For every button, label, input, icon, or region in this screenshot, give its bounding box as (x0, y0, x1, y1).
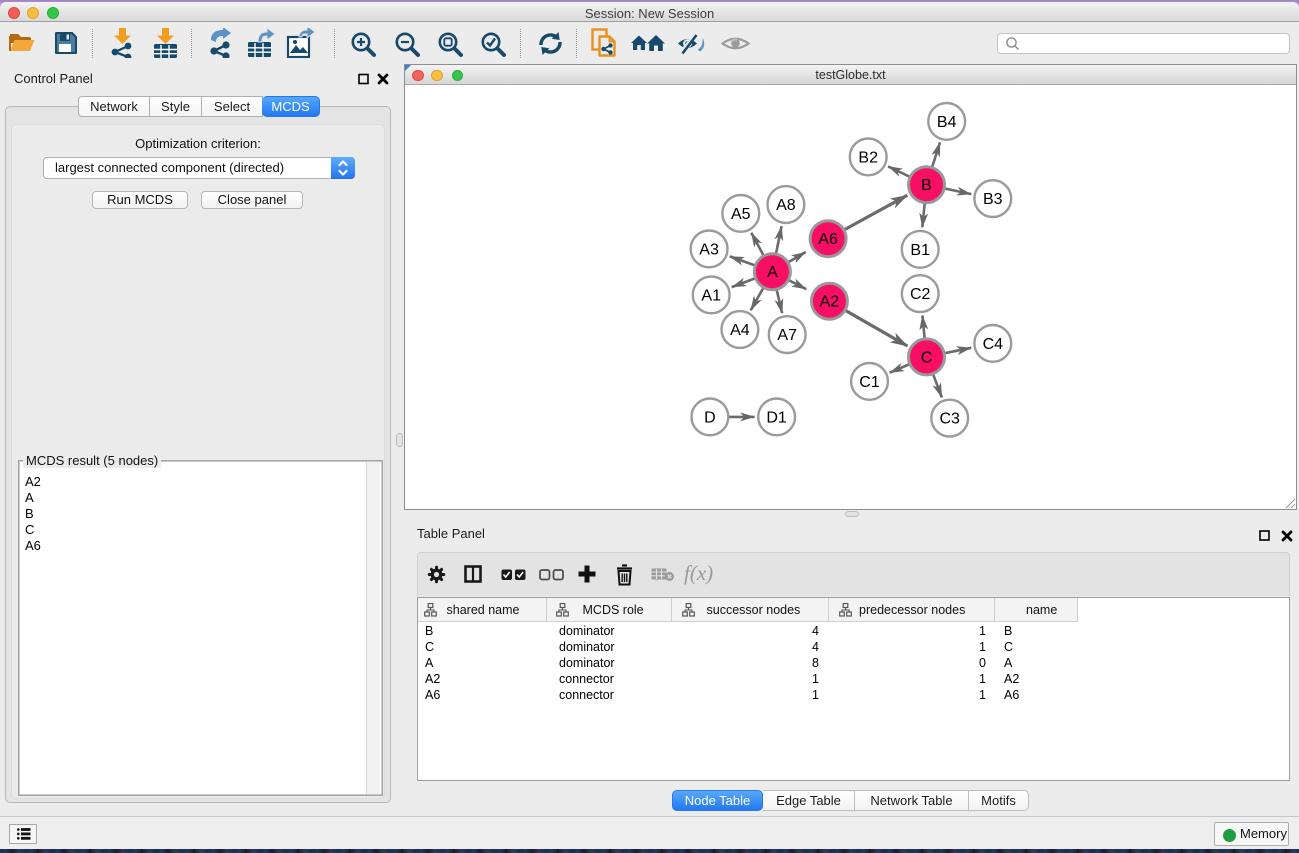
svg-text:C4: C4 (983, 336, 1004, 353)
svg-text:A1: A1 (701, 287, 721, 304)
svg-text:C3: C3 (939, 411, 960, 428)
svg-text:B2: B2 (858, 149, 878, 166)
svg-text:B4: B4 (937, 114, 957, 131)
svg-text:D1: D1 (766, 409, 787, 426)
svg-text:C2: C2 (910, 286, 931, 303)
svg-text:A: A (767, 264, 778, 281)
svg-text:C: C (921, 349, 933, 366)
svg-text:A4: A4 (730, 322, 750, 339)
svg-text:C1: C1 (859, 374, 880, 391)
svg-text:A7: A7 (777, 327, 797, 344)
svg-text:A8: A8 (776, 197, 796, 214)
svg-text:A2: A2 (820, 294, 840, 311)
svg-text:A6: A6 (818, 231, 838, 248)
svg-text:B1: B1 (910, 242, 930, 259)
svg-text:A3: A3 (699, 241, 719, 258)
svg-text:D: D (704, 409, 716, 426)
svg-text:A5: A5 (731, 206, 751, 223)
svg-text:B: B (921, 177, 932, 194)
svg-text:B3: B3 (983, 191, 1003, 208)
